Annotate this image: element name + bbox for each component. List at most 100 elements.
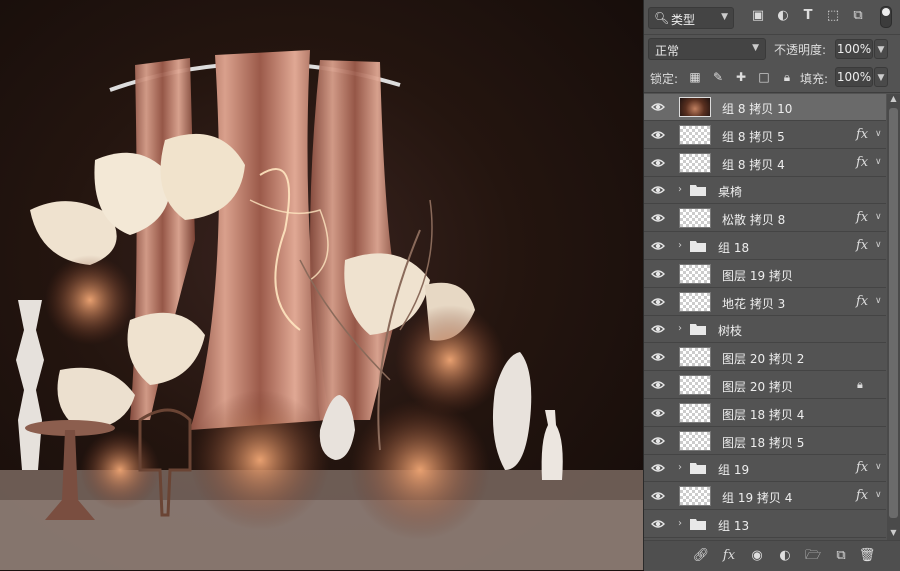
fx-icon[interactable]: fx: [720, 548, 738, 564]
filter-kind-dropdown[interactable]: 🔍︎ 类型 ▼: [648, 7, 734, 29]
layers-scrollbar[interactable]: ▲ ▼: [887, 94, 900, 540]
layer-name[interactable]: 松散 拷贝 8: [722, 211, 785, 228]
lock-all-icon[interactable]: 🔒︎: [779, 69, 795, 85]
layer-effects-icon[interactable]: fx: [856, 155, 868, 170]
visibility-eye-icon[interactable]: [651, 211, 665, 225]
layer-name[interactable]: 组 8 拷贝 4: [722, 156, 785, 173]
smart-object-filter-icon[interactable]: ⧉: [850, 8, 866, 24]
mask-icon[interactable]: ◉: [748, 548, 766, 564]
layer-effects-icon[interactable]: fx: [856, 460, 868, 475]
visibility-eye-icon[interactable]: [651, 489, 665, 503]
layer-thumbnail[interactable]: [679, 347, 711, 368]
layer-row[interactable]: 组 19 拷贝 4 fx ∨: [644, 483, 886, 511]
layer-thumbnail[interactable]: [679, 402, 711, 423]
opacity-input[interactable]: 100%: [835, 39, 873, 59]
scroll-up-icon[interactable]: ▲: [887, 94, 900, 106]
effects-expand-chevron-icon[interactable]: ∨: [875, 462, 882, 472]
visibility-eye-icon[interactable]: [651, 350, 665, 364]
document-canvas[interactable]: [0, 0, 643, 570]
layer-thumbnail[interactable]: [679, 208, 711, 229]
effects-expand-chevron-icon[interactable]: ∨: [875, 212, 882, 222]
lock-image-pixels-icon[interactable]: ✎: [710, 69, 726, 85]
visibility-eye-icon[interactable]: [651, 434, 665, 448]
visibility-eye-icon[interactable]: [651, 239, 665, 253]
visibility-eye-icon[interactable]: [651, 378, 665, 392]
layer-name[interactable]: 组 8 拷贝 5: [722, 128, 785, 145]
layer-effects-icon[interactable]: fx: [856, 127, 868, 142]
layer-name[interactable]: 桌椅: [718, 183, 742, 200]
visibility-eye-icon[interactable]: [651, 183, 665, 197]
effects-expand-chevron-icon[interactable]: ∨: [875, 240, 882, 250]
layer-row[interactable]: 图层 18 拷贝 5: [644, 428, 886, 455]
expand-chevron-icon[interactable]: ›: [678, 462, 682, 473]
visibility-eye-icon[interactable]: [651, 517, 665, 531]
layer-thumbnail[interactable]: [679, 291, 711, 312]
blend-mode-dropdown[interactable]: 正常 ▼: [648, 38, 766, 60]
layer-group-row[interactable]: › 树枝: [644, 316, 886, 344]
layer-name[interactable]: 组 13: [718, 517, 749, 534]
layer-name[interactable]: 组 19 拷贝 4: [722, 489, 792, 506]
effects-expand-chevron-icon[interactable]: ∨: [875, 490, 882, 500]
scrollbar-thumb[interactable]: [889, 108, 898, 518]
layer-row[interactable]: 松散 拷贝 8 fx ∨: [644, 205, 886, 233]
layer-name[interactable]: 图层 18 拷贝 4: [722, 406, 804, 423]
layer-name[interactable]: 图层 18 拷贝 5: [722, 434, 804, 451]
layer-name[interactable]: 图层 20 拷贝: [722, 378, 793, 395]
layer-thumbnail[interactable]: [679, 375, 711, 395]
layer-thumbnail[interactable]: [679, 430, 711, 451]
lock-transparent-pixels-icon[interactable]: ▦: [687, 69, 703, 85]
type-filter-icon[interactable]: T: [800, 8, 816, 24]
layer-thumbnail[interactable]: [679, 263, 711, 284]
visibility-eye-icon[interactable]: [651, 322, 665, 336]
layer-name[interactable]: 组 19: [718, 461, 749, 478]
layer-row[interactable]: 组 8 拷贝 10: [644, 94, 886, 121]
layer-thumbnail[interactable]: [679, 486, 711, 507]
layer-name[interactable]: 树枝: [718, 322, 742, 339]
expand-chevron-icon[interactable]: ›: [678, 518, 682, 529]
layer-group-row[interactable]: › 桌椅: [644, 177, 886, 205]
layer-effects-icon[interactable]: fx: [856, 488, 868, 503]
layer-effects-icon[interactable]: fx: [856, 294, 868, 309]
visibility-eye-icon[interactable]: [651, 100, 665, 114]
fill-chevron-icon[interactable]: ▼: [874, 67, 888, 87]
opacity-chevron-icon[interactable]: ▼: [874, 39, 888, 59]
expand-chevron-icon[interactable]: ›: [678, 184, 682, 195]
visibility-eye-icon[interactable]: [651, 156, 665, 170]
expand-chevron-icon[interactable]: ›: [678, 240, 682, 251]
layer-row[interactable]: 图层 20 拷贝 2: [644, 344, 886, 372]
delete-icon[interactable]: 🗑︎: [858, 548, 876, 564]
layer-row[interactable]: 图层 18 拷贝 4: [644, 400, 886, 427]
filter-toggle-switch[interactable]: [880, 6, 892, 28]
layer-group-row[interactable]: › 组 18 fx ∨: [644, 233, 886, 260]
layer-name[interactable]: 组 8 拷贝 10: [722, 100, 792, 117]
layer-effects-icon[interactable]: fx: [856, 238, 868, 253]
layer-row[interactable]: 图层 20 拷贝 🔒︎: [644, 372, 886, 399]
visibility-eye-icon[interactable]: [651, 128, 665, 142]
layer-name[interactable]: 图层 19 拷贝: [722, 267, 793, 284]
layer-name[interactable]: 地花 拷贝 3: [722, 295, 785, 312]
effects-expand-chevron-icon[interactable]: ∨: [875, 157, 882, 167]
adjustment-filter-icon[interactable]: ◐: [775, 8, 791, 24]
fill-input[interactable]: 100%: [835, 67, 873, 87]
new-group-icon[interactable]: 🗁︎: [804, 548, 822, 564]
lock-artboard-icon[interactable]: □: [756, 69, 772, 85]
layer-row[interactable]: 图层 19 拷贝: [644, 261, 886, 288]
visibility-eye-icon[interactable]: [651, 295, 665, 309]
visibility-eye-icon[interactable]: [651, 267, 665, 281]
layer-name[interactable]: 组 18: [718, 239, 749, 256]
link-layers-icon[interactable]: 🔗︎: [692, 548, 710, 564]
adjustment-layer-icon[interactable]: ◐: [776, 548, 794, 564]
effects-expand-chevron-icon[interactable]: ∨: [875, 296, 882, 306]
expand-chevron-icon[interactable]: ›: [678, 323, 682, 334]
effects-expand-chevron-icon[interactable]: ∨: [875, 129, 882, 139]
layer-group-row[interactable]: › 组 19 fx ∨: [644, 455, 886, 483]
layer-group-row[interactable]: › 组 13: [644, 511, 886, 538]
pixel-filter-icon[interactable]: ▣: [750, 8, 766, 24]
layer-effects-icon[interactable]: fx: [856, 210, 868, 225]
layer-row[interactable]: 组 8 拷贝 5 fx ∨: [644, 122, 886, 149]
visibility-eye-icon[interactable]: [651, 406, 665, 420]
lock-position-icon[interactable]: ✚: [733, 69, 749, 85]
visibility-eye-icon[interactable]: [651, 461, 665, 475]
layer-row[interactable]: 地花 拷贝 3 fx ∨: [644, 289, 886, 316]
layer-thumbnail[interactable]: [679, 152, 711, 173]
